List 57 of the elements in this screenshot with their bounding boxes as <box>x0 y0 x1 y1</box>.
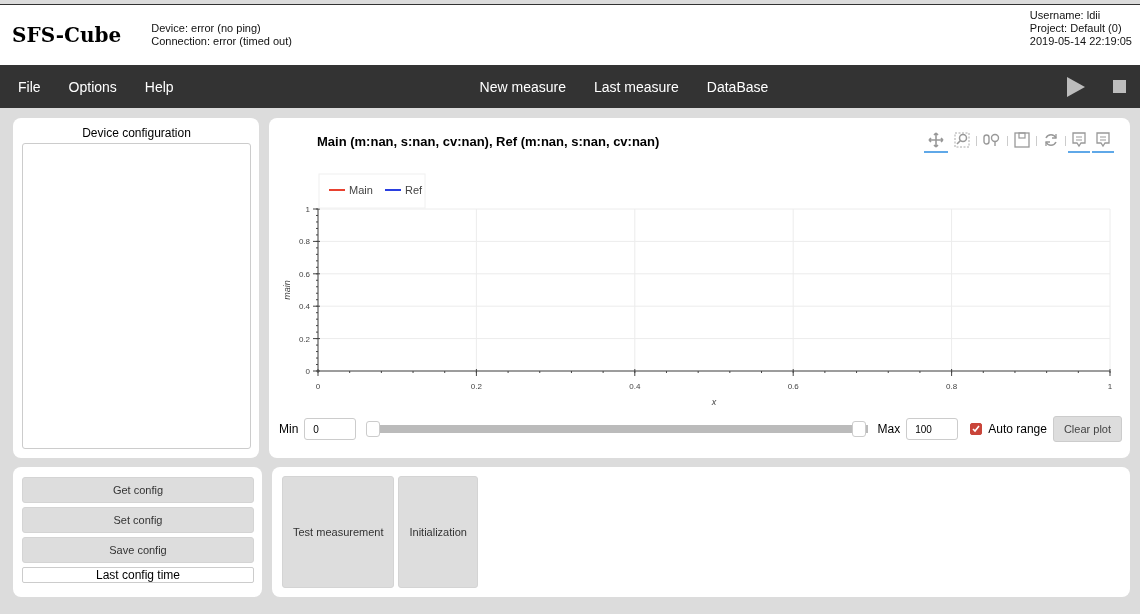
config-button[interactable]: Get config <box>22 477 254 503</box>
nav-link[interactable]: Last measure <box>594 78 679 95</box>
reset-icon <box>1043 131 1059 148</box>
max-field[interactable]: 100 <box>906 418 959 440</box>
tick-label: 0.8 <box>298 237 310 247</box>
play-icon[interactable] <box>1067 76 1085 97</box>
x-axis-label: x <box>711 397 717 407</box>
tick-label: 0.8 <box>946 382 958 391</box>
box-zoom-icon <box>954 131 970 148</box>
chart-title: Main (m:nan, s:nan, cv:nan), Ref (m:nan, s:nan, cv:nan) <box>317 133 660 149</box>
hover-icon <box>1096 131 1110 148</box>
action-button[interactable]: Initialization <box>398 476 478 588</box>
tick-label: 0.2 <box>298 334 310 344</box>
tick-label: 0.6 <box>787 382 799 391</box>
max-label: Max <box>877 422 901 436</box>
tick-label: 1 <box>1107 382 1113 391</box>
menu-item[interactable]: Help <box>144 78 174 95</box>
slider-handle[interactable] <box>851 421 866 437</box>
min-label: Min <box>279 422 299 436</box>
info-text: 2019-05-14 22:19:05 <box>1029 35 1132 48</box>
action-button[interactable]: Test measurement <box>282 476 395 588</box>
clear-plot-button[interactable]: Clear plot <box>1052 416 1122 442</box>
legend-label: Ref <box>405 184 423 196</box>
menu-item[interactable]: File <box>18 78 41 95</box>
y-axis-label: main <box>282 280 292 300</box>
status-text: Device: error (no ping) <box>151 22 262 35</box>
hover-tool[interactable] <box>1068 129 1090 153</box>
info-text: Username: ldii <box>1029 9 1102 22</box>
slider-handle[interactable] <box>366 421 381 437</box>
status-text: Connection: error (timed out) <box>151 35 292 48</box>
last-config-field: Last config time <box>22 567 254 583</box>
legend-label: Main <box>349 184 373 196</box>
config-button[interactable]: Save config <box>22 537 254 563</box>
hover-icon <box>1072 131 1086 148</box>
hover-tool[interactable] <box>1092 129 1114 153</box>
tick-label: 0 <box>315 382 321 391</box>
info-text: Project: Default (0) <box>1029 22 1123 35</box>
tick-label: 0.4 <box>298 302 310 312</box>
tick-label: 0.2 <box>470 382 482 391</box>
checkbox[interactable] <box>970 423 983 435</box>
range-slider[interactable] <box>366 420 868 438</box>
tick-label: 0.6 <box>298 269 310 279</box>
nav-link[interactable]: New measure <box>479 78 566 95</box>
min-field[interactable]: 0 <box>304 418 357 440</box>
app-logo: SFS-Cube <box>12 23 122 47</box>
panel-title: Device configuration <box>81 126 192 140</box>
save-icon <box>1014 131 1030 148</box>
wheel-zoom-icon <box>983 131 1001 148</box>
tick-label: 0 <box>305 367 310 376</box>
menu-item[interactable]: Options <box>68 78 117 95</box>
pan-icon <box>928 131 944 148</box>
config-button[interactable]: Set config <box>22 507 254 533</box>
pan-tool[interactable] <box>924 129 948 153</box>
tick-label: 0.4 <box>629 382 641 391</box>
checkbox-label: Auto range <box>988 422 1047 436</box>
nav-link[interactable]: DataBase <box>706 78 769 95</box>
tick-label: 1 <box>305 205 310 214</box>
